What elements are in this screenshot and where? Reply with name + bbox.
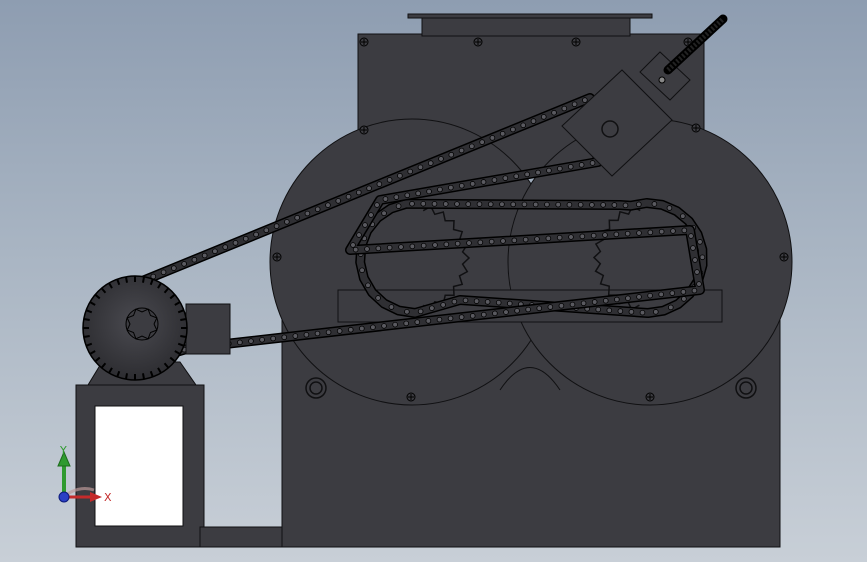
- motor-assembly: [82, 275, 231, 386]
- bolt: [779, 252, 789, 262]
- bolt: [406, 392, 416, 402]
- triad-z-axis: [58, 491, 70, 503]
- triad-x-label: X: [104, 491, 112, 504]
- bolt: [691, 123, 701, 133]
- bolt: [645, 392, 655, 402]
- crusher-housing: [269, 13, 793, 548]
- bolt: [359, 37, 369, 47]
- bolt: [473, 37, 483, 47]
- cad-graphics-viewport[interactable]: Y X: [0, 0, 867, 562]
- triad-y-label: Y: [59, 444, 67, 457]
- bolt: [359, 125, 369, 135]
- bolt: [272, 252, 282, 262]
- bolt: [571, 37, 581, 47]
- support-stand: [75, 384, 283, 548]
- machine-model-view[interactable]: Y X: [0, 0, 867, 562]
